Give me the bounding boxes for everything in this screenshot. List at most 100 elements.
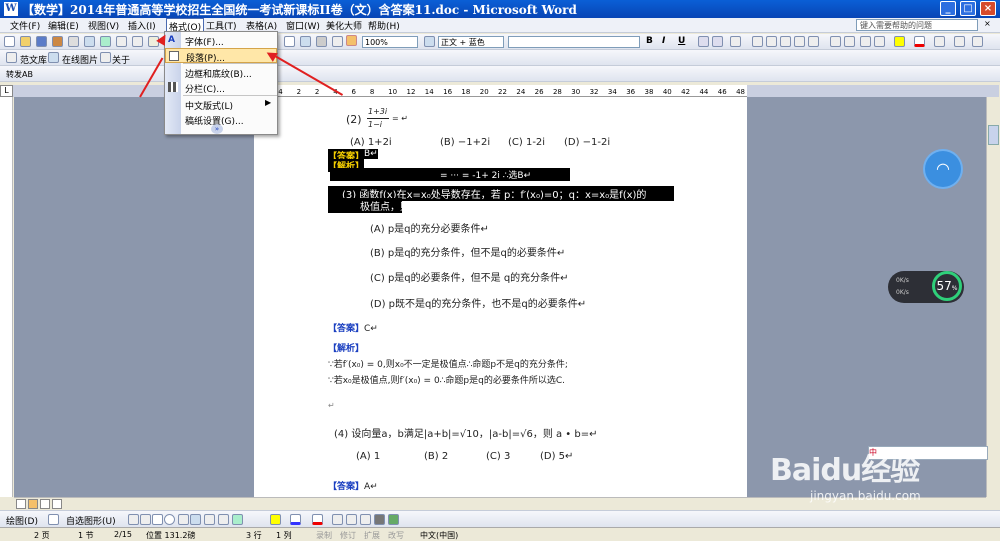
maximize-button[interactable]: □ <box>960 1 976 16</box>
shadow-icon[interactable] <box>374 514 385 525</box>
diagram-icon[interactable] <box>204 514 215 525</box>
bold-button[interactable]: B <box>646 36 653 46</box>
help-search-input[interactable]: 键入需要帮助的问题 <box>856 19 978 31</box>
align-right-icon[interactable] <box>780 36 791 47</box>
save-icon[interactable] <box>36 36 47 47</box>
rectangle-icon[interactable] <box>152 514 163 525</box>
underline-button[interactable]: U <box>678 36 685 46</box>
status-extend[interactable]: 扩展 <box>364 530 380 541</box>
align-center-icon[interactable] <box>766 36 777 47</box>
autoshape-menu[interactable]: 自选图形(U) <box>66 514 116 527</box>
drawing-icon[interactable] <box>332 36 343 47</box>
line-icon[interactable] <box>128 514 139 525</box>
menu-item-borders[interactable]: 边框和底纹(B)... <box>165 65 277 80</box>
minimize-button[interactable]: _ <box>940 1 956 16</box>
font-color-icon[interactable] <box>914 36 925 47</box>
status-record[interactable]: 录制 <box>316 530 332 541</box>
normal-view-icon[interactable] <box>16 499 26 509</box>
q4-option-a: (A) 1 <box>356 451 381 462</box>
menu-edit[interactable]: 编辑(E) <box>48 19 79 32</box>
menu-format[interactable]: 格式(O) <box>166 18 205 33</box>
close-doc-icon[interactable]: × <box>984 19 991 28</box>
align-left-icon[interactable] <box>752 36 763 47</box>
justify-icon[interactable] <box>794 36 805 47</box>
char-shading-icon[interactable] <box>712 36 723 47</box>
highlight-icon[interactable] <box>894 36 905 47</box>
more-options-icon[interactable] <box>972 36 983 47</box>
fill-color-icon[interactable] <box>270 514 281 525</box>
wifi-icon[interactable]: ◠ <box>925 151 961 187</box>
copy-icon[interactable] <box>132 36 143 47</box>
zoom-select[interactable]: 100% <box>362 36 418 48</box>
answer1-value: B↵ <box>364 149 378 159</box>
vertical-ruler[interactable] <box>0 97 13 497</box>
permission-icon[interactable] <box>52 36 63 47</box>
table-icon[interactable] <box>284 36 295 47</box>
draw-menu[interactable]: 绘图(D) <box>6 514 38 527</box>
italic-button[interactable]: I <box>662 36 665 46</box>
tab-selector[interactable]: L <box>0 85 13 97</box>
menu-window[interactable]: 窗口(W) <box>286 19 320 32</box>
doc-map-icon[interactable] <box>346 35 357 46</box>
open-icon[interactable] <box>20 36 31 47</box>
reading-view-icon[interactable] <box>52 499 62 509</box>
distributed-icon[interactable] <box>808 36 819 47</box>
about-button[interactable]: 关于 <box>112 53 130 66</box>
preview-icon[interactable] <box>84 36 95 47</box>
menu-item-columns[interactable]: 分栏(C)... <box>165 80 277 95</box>
menu-help[interactable]: 帮助(H) <box>368 19 400 32</box>
styles-pane-icon[interactable] <box>424 36 435 47</box>
wordart-icon[interactable] <box>190 514 201 525</box>
answer3-value: A↵ <box>364 482 378 492</box>
new-icon[interactable] <box>4 36 15 47</box>
decrease-indent-icon[interactable] <box>860 36 871 47</box>
status-track[interactable]: 修订 <box>340 530 356 541</box>
arrow-style-icon[interactable] <box>360 514 371 525</box>
dash-style-icon[interactable] <box>346 514 357 525</box>
char-border-icon[interactable] <box>698 36 709 47</box>
textbox-icon[interactable] <box>178 514 189 525</box>
vertical-scrollbar[interactable] <box>986 97 1000 497</box>
print-layout-icon[interactable] <box>28 499 38 509</box>
3d-icon[interactable] <box>388 514 399 525</box>
picture-icon[interactable] <box>232 514 243 525</box>
convert-ab-button[interactable]: 转发AB <box>6 69 33 80</box>
ruler-number: 44 <box>699 88 708 96</box>
expand-menu-icon[interactable]: » <box>211 124 223 134</box>
menu-item-asian-layout[interactable]: 中文版式(L) ▶ <box>165 97 277 112</box>
excel-icon[interactable] <box>300 36 311 47</box>
clipart-icon[interactable] <box>218 514 229 525</box>
menu-item-paragraph[interactable]: 段落(P)... <box>165 48 277 64</box>
columns-icon[interactable] <box>316 36 327 47</box>
line-color-icon[interactable] <box>290 514 301 525</box>
network-speed-widget[interactable]: 0K/s 0K/s 57% <box>888 271 964 303</box>
oval-icon[interactable] <box>164 514 175 525</box>
font-select[interactable] <box>508 36 640 48</box>
enclose-char-icon[interactable] <box>954 36 965 47</box>
style-select[interactable]: 正文 + 蓝色 <box>438 36 504 48</box>
cut-icon[interactable] <box>116 36 127 47</box>
menu-file[interactable]: 文件(F) <box>10 19 40 32</box>
arrow-icon[interactable] <box>140 514 151 525</box>
numbering-icon[interactable] <box>830 36 841 47</box>
draw-font-color-icon[interactable] <box>312 514 323 525</box>
outline-view-icon[interactable] <box>40 499 50 509</box>
status-overtype[interactable]: 改写 <box>388 530 404 541</box>
menu-insert[interactable]: 插入(I) <box>128 19 156 32</box>
online-image-button[interactable]: 在线图片 <box>62 53 98 66</box>
phonetic-icon[interactable] <box>934 36 945 47</box>
vertical-scroll-thumb[interactable] <box>988 125 999 145</box>
char-scale-icon[interactable] <box>730 36 741 47</box>
spelling-icon[interactable] <box>100 36 111 47</box>
select-objects-icon[interactable] <box>48 514 59 525</box>
menu-item-borders-label: 边框和底纹(B)... <box>185 70 252 80</box>
close-button[interactable]: × <box>980 1 996 16</box>
increase-indent-icon[interactable] <box>874 36 885 47</box>
bullets-icon[interactable] <box>844 36 855 47</box>
menu-beautify[interactable]: 美化大师 <box>326 19 362 32</box>
fanwen-button[interactable]: 范文库 <box>20 53 47 66</box>
menu-item-font[interactable]: A 字体(F)... <box>165 33 277 48</box>
print-icon[interactable] <box>68 36 79 47</box>
menu-view[interactable]: 视图(V) <box>88 19 119 32</box>
line-style-icon[interactable] <box>332 514 343 525</box>
